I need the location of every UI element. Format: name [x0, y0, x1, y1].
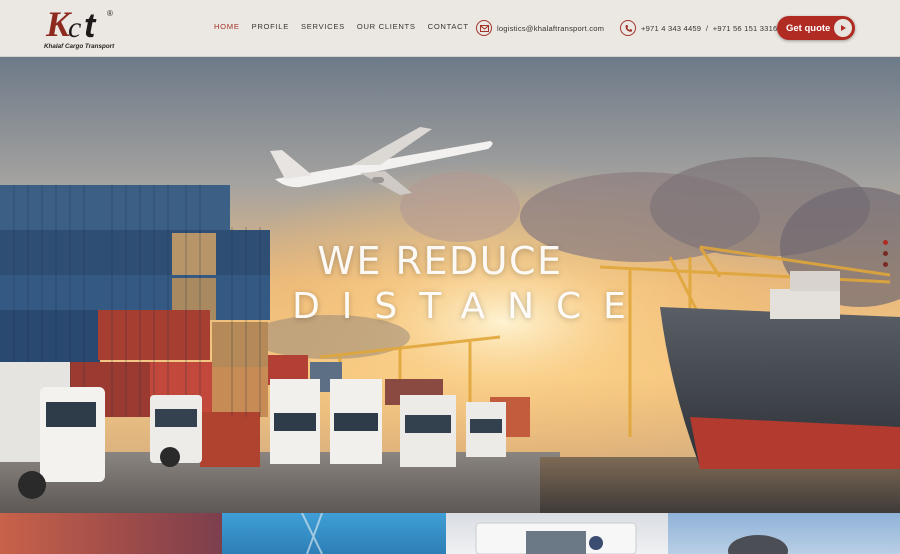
hero-image	[0, 57, 900, 513]
slider-dot-3[interactable]	[883, 262, 888, 267]
slider-dots	[883, 240, 888, 273]
service-thumbnail-4[interactable]	[668, 513, 900, 554]
contact-phone[interactable]: +971 4 343 4459 / +971 56 151 3316	[620, 20, 777, 36]
logo-letters-c: c	[68, 11, 81, 44]
hero-headline-line2: DISTANCE	[292, 286, 648, 327]
service-thumbnail-1[interactable]	[0, 513, 222, 554]
hero-banner: WE REDUCE DISTANCE	[0, 57, 900, 513]
main-nav: HOME PROFILE SERVICES OUR CLIENTS CONTAC…	[214, 22, 481, 31]
logo-letters-t: t	[84, 7, 97, 44]
slider-dot-2[interactable]	[883, 251, 888, 256]
email-address[interactable]: logistics@khalaftransport.com	[497, 24, 604, 33]
slider-dot-1[interactable]	[883, 240, 888, 245]
service-thumbnail-3[interactable]	[446, 513, 668, 554]
phone-numbers[interactable]: +971 4 343 4459 / +971 56 151 3316	[641, 24, 777, 33]
site-header: K c t ® Khalaf Cargo Transport HOME PROF…	[0, 0, 900, 57]
nav-item-home[interactable]: HOME	[214, 22, 240, 31]
hero-headline-line1: WE REDUCE	[317, 239, 563, 283]
company-logo[interactable]: K c t ® Khalaf Cargo Transport	[44, 4, 124, 54]
envelope-icon	[476, 20, 492, 36]
svg-text:®: ®	[107, 9, 113, 18]
nav-item-profile[interactable]: PROFILE	[252, 22, 289, 31]
service-thumbnails	[0, 513, 900, 554]
get-quote-label: Get quote	[786, 22, 831, 34]
get-quote-button[interactable]: Get quote	[777, 16, 855, 40]
nav-item-services[interactable]: SERVICES	[301, 22, 345, 31]
phone-icon	[620, 20, 636, 36]
service-thumbnail-2[interactable]	[222, 513, 446, 554]
nav-item-our-clients[interactable]: OUR CLIENTS	[357, 22, 416, 31]
company-name: Khalaf Cargo Transport	[44, 43, 115, 50]
play-arrow-icon	[834, 19, 852, 37]
nav-item-contact[interactable]: CONTACT	[428, 22, 469, 31]
contact-email[interactable]: logistics@khalaftransport.com	[476, 20, 604, 36]
